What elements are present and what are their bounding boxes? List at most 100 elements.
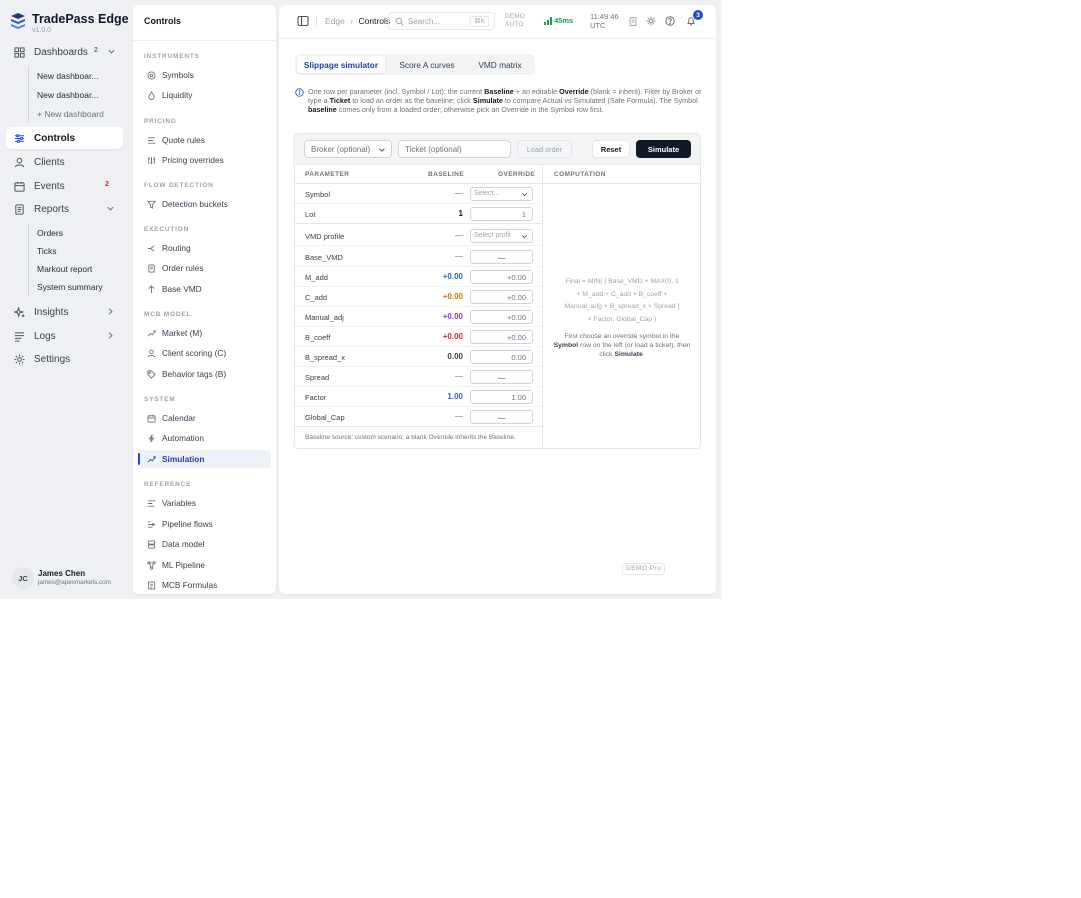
info-text-bold: Override [559, 87, 589, 96]
chevron-down-icon[interactable] [106, 204, 115, 213]
menu-item-calendar[interactable]: Calendar [138, 409, 271, 427]
report-item-markout[interactable]: Markout report [37, 264, 92, 274]
override-input[interactable]: +0.00 [470, 270, 533, 284]
breadcrumb-root[interactable]: Edge [325, 16, 345, 26]
table-row: M_add +0.00 +0.00 [295, 267, 542, 287]
chevron-right-icon[interactable] [106, 307, 115, 316]
load-order-button[interactable]: Load order [517, 140, 572, 158]
ticket-input[interactable]: Ticket (optional) [398, 140, 511, 158]
reset-button[interactable]: Reset [592, 140, 630, 158]
ticket-placeholder: Ticket (optional) [405, 145, 462, 154]
menu-item-symbols[interactable]: Symbols [138, 66, 271, 84]
menu-item-automation[interactable]: Automation [138, 429, 271, 447]
report-item-orders[interactable]: Orders [37, 228, 63, 238]
notification-badge[interactable]: 3 [693, 10, 703, 20]
override-input[interactable]: — [470, 250, 533, 264]
chart-line-icon [146, 454, 156, 464]
menu-item-pricing-overrides[interactable]: Pricing overrides [138, 151, 271, 169]
nav-settings[interactable]: Settings [6, 348, 123, 370]
calendar-icon [146, 413, 156, 423]
info-text-bold: Simulate [472, 96, 503, 105]
sidebar-toggle-icon[interactable] [297, 15, 309, 27]
nav-controls[interactable]: Controls [6, 127, 123, 149]
nav-dashboards[interactable]: Dashboards 2 [6, 41, 123, 63]
menu-item-pipeline-flows[interactable]: Pipeline flows [138, 515, 271, 533]
menu-item-order-rules[interactable]: Order rules [138, 259, 271, 277]
section-execution: EXECUTION [144, 226, 190, 233]
menu-item-label: Data model [162, 539, 205, 549]
symbol-override-select[interactable]: Select... [470, 187, 533, 201]
menu-item-liquidity[interactable]: Liquidity [138, 86, 271, 104]
override-input[interactable]: 1.00 [470, 390, 533, 404]
nav-logs[interactable]: Logs [6, 325, 123, 347]
hint-bold: Symbol [553, 342, 579, 349]
override-input[interactable]: +0.00 [470, 330, 533, 344]
override-input[interactable]: +0.00 [470, 310, 533, 324]
clipboard-icon[interactable] [628, 16, 638, 26]
menu-item-behavior-tags[interactable]: Behavior tags (B) [138, 365, 271, 383]
new-dashboard-link[interactable]: + New dashboard [37, 109, 104, 119]
dashboard-item[interactable]: New dashboar... [37, 90, 98, 100]
tab-score-a-curves[interactable]: Score A curves [389, 56, 465, 73]
section-instruments: INSTRUMENTS [144, 53, 200, 60]
menu-item-label: Base VMD [162, 284, 202, 294]
menu-item-simulation[interactable]: Simulation [138, 450, 271, 468]
simulate-button[interactable]: Simulate [636, 140, 691, 158]
nav-clients[interactable]: Clients [6, 151, 123, 173]
flow-icon [146, 519, 156, 529]
divider [316, 15, 317, 27]
chevron-down-icon[interactable] [107, 47, 116, 56]
search-input[interactable]: Search... ⌘K [388, 12, 495, 30]
menu-item-mcb-formulas[interactable]: MCB Formulas [138, 576, 271, 594]
menu-item-variables[interactable]: Variables [138, 494, 271, 512]
baseline-value: +0.00 [442, 312, 463, 321]
param-name: C_add [305, 293, 328, 302]
report-item-ticks[interactable]: Ticks [37, 246, 57, 256]
column-header-baseline: BASELINE [428, 171, 465, 178]
menu-item-base-vmd[interactable]: Base VMD [138, 280, 271, 298]
tab-vmd-matrix[interactable]: VMD matrix [469, 56, 531, 73]
tab-slippage-simulator[interactable]: Slippage simulator [297, 56, 385, 73]
menu-item-routing[interactable]: Routing [138, 239, 271, 257]
menu-item-client-scoring[interactable]: Client scoring (C) [138, 344, 271, 362]
broker-select[interactable]: Broker (optional) [304, 140, 392, 158]
nav-events[interactable]: Events 2 [6, 175, 123, 197]
override-input[interactable]: +0.00 [470, 290, 533, 304]
section-reference: REFERENCE [144, 481, 192, 488]
user-profile[interactable]: JC James Chen james@apexmarkets.com [12, 565, 124, 589]
menu-item-detection-buckets[interactable]: Detection buckets [138, 195, 271, 213]
menu-item-quote-rules[interactable]: Quote rules [138, 131, 271, 149]
divider [295, 426, 542, 427]
menu-item-data-model[interactable]: Data model [138, 535, 271, 553]
nav-insights[interactable]: Insights [6, 301, 123, 323]
menu-item-label: Pipeline flows [162, 519, 213, 529]
report-item-system-summary[interactable]: System summary [37, 282, 103, 292]
override-input[interactable]: 1 [470, 207, 533, 221]
sun-icon[interactable] [646, 16, 656, 26]
override-value: 1.00 [511, 393, 526, 402]
app-version: v1.0.0 [32, 27, 52, 34]
brand[interactable]: TradePass Edge v1.0.0 [11, 11, 129, 37]
override-input[interactable]: 0.00 [470, 350, 533, 364]
dashboard-item[interactable]: New dashboar... [37, 71, 98, 81]
search-placeholder: Search... [408, 17, 441, 26]
override-input[interactable]: — [470, 410, 533, 424]
user-name: James Chen [38, 569, 86, 578]
variables-icon [146, 498, 156, 508]
menu-item-market[interactable]: Market (M) [138, 324, 271, 342]
help-icon[interactable] [665, 16, 675, 26]
nav-logs-label: Logs [34, 330, 56, 342]
menu-item-label: Simulation [162, 454, 205, 464]
baseline-value: 0.00 [447, 352, 463, 361]
override-input[interactable]: — [470, 370, 533, 384]
nav-reports[interactable]: Reports [6, 198, 123, 220]
param-name: Symbol [305, 190, 331, 199]
section-flow-detection: FLOW DETECTION [144, 182, 214, 189]
override-value: — [497, 253, 506, 262]
menu-item-ml-pipeline[interactable]: ML Pipeline [138, 556, 271, 574]
sliders-icon [146, 155, 156, 165]
chevron-right-icon[interactable] [106, 331, 115, 340]
vmd-profile-select[interactable]: Select profil [470, 229, 533, 243]
chevron-down-icon [522, 235, 527, 239]
nav-insights-label: Insights [34, 306, 69, 318]
